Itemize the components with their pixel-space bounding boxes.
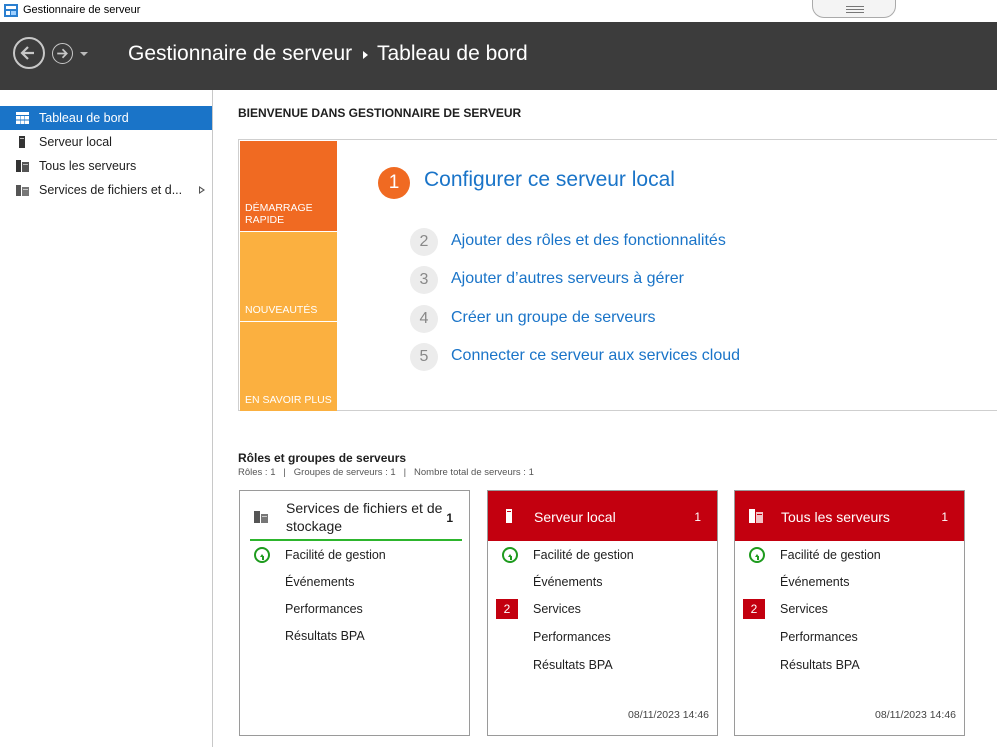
tile-whats-new[interactable]: NOUVEAUTÉS bbox=[240, 232, 337, 321]
card-row-manageability[interactable]: Facilité de gestion bbox=[240, 544, 469, 566]
history-dropdown-icon[interactable] bbox=[80, 52, 88, 56]
card-file-storage-services: Services de fichiers et de stockage 1 Fa… bbox=[239, 490, 470, 736]
step-number: 1 bbox=[378, 167, 410, 199]
alert-count-badge: 2 bbox=[743, 599, 765, 619]
alert-count-badge: 2 bbox=[496, 599, 518, 619]
sidebar: Tableau de bord Serveur local Tous les s… bbox=[0, 90, 213, 747]
dashboard-icon bbox=[16, 112, 29, 124]
sidebar-item-file-services[interactable]: Services de fichiers et d... bbox=[0, 178, 212, 202]
card-timestamp: 08/11/2023 14:46 bbox=[628, 709, 709, 721]
breadcrumb-separator-icon bbox=[363, 51, 368, 59]
card-header[interactable]: Services de fichiers et de stockage 1 bbox=[240, 491, 469, 541]
card-header[interactable]: Tous les serveurs 1 bbox=[735, 491, 964, 541]
sidebar-item-all-servers[interactable]: Tous les serveurs bbox=[0, 154, 212, 178]
breadcrumb-current: Tableau de bord bbox=[377, 42, 528, 65]
card-row-performance[interactable]: Performances bbox=[240, 598, 469, 620]
server-manager-app-icon bbox=[4, 4, 18, 17]
card-row-events[interactable]: Événements bbox=[735, 571, 964, 593]
back-button[interactable] bbox=[13, 37, 45, 69]
roles-section-title: Rôles et groupes de serveurs bbox=[238, 451, 407, 465]
status-ok-icon bbox=[254, 547, 270, 563]
step-link[interactable]: Créer un groupe de serveurs bbox=[451, 309, 656, 327]
breadcrumb-root[interactable]: Gestionnaire de serveur bbox=[128, 42, 352, 66]
server-icon bbox=[506, 509, 512, 523]
status-ok-bar bbox=[250, 539, 462, 541]
forward-button[interactable] bbox=[52, 43, 73, 64]
step-number: 5 bbox=[410, 343, 438, 371]
sidebar-item-local-server[interactable]: Serveur local bbox=[0, 130, 212, 154]
step-link[interactable]: Ajouter d’autres serveurs à gérer bbox=[451, 270, 684, 288]
expand-arrow-icon[interactable] bbox=[199, 186, 205, 194]
card-row-manageability[interactable]: Facilité de gestion bbox=[488, 544, 717, 566]
card-count: 1 bbox=[446, 511, 453, 525]
card-row-services[interactable]: 2 Services bbox=[735, 598, 964, 620]
file-services-icon bbox=[254, 511, 268, 523]
servers-icon bbox=[16, 160, 29, 172]
card-title: Services de fichiers et de stockage bbox=[286, 500, 443, 534]
step-link[interactable]: Connecter ce serveur aux services cloud bbox=[451, 347, 740, 365]
arrow-left-icon bbox=[20, 46, 34, 60]
step-number: 4 bbox=[410, 305, 438, 333]
sidebar-item-dashboard[interactable]: Tableau de bord bbox=[0, 106, 212, 130]
card-row-performance[interactable]: Performances bbox=[488, 626, 717, 648]
step-link[interactable]: Configurer ce serveur local bbox=[424, 168, 675, 192]
card-row-services[interactable]: 2 Services bbox=[488, 598, 717, 620]
sidebar-item-label: Tous les serveurs bbox=[39, 159, 137, 173]
window-title-bar: Gestionnaire de serveur bbox=[0, 0, 997, 22]
card-row-performance[interactable]: Performances bbox=[735, 626, 964, 648]
quick-start-panel: DÉMARRAGE RAPIDE NOUVEAUTÉS EN SAVOIR PL… bbox=[238, 139, 997, 411]
file-services-icon bbox=[16, 185, 29, 196]
sidebar-item-label: Tableau de bord bbox=[39, 111, 129, 125]
card-row-events[interactable]: Événements bbox=[240, 571, 469, 593]
server-icon bbox=[19, 136, 25, 148]
step-number: 3 bbox=[410, 266, 438, 294]
card-all-servers: Tous les serveurs 1 Facilité de gestion … bbox=[734, 490, 965, 736]
arrow-right-icon bbox=[57, 48, 68, 59]
sidebar-item-label: Services de fichiers et d... bbox=[39, 183, 183, 197]
card-title: Tous les serveurs bbox=[781, 509, 890, 525]
card-count: 1 bbox=[941, 510, 948, 524]
tile-learn-more[interactable]: EN SAVOIR PLUS bbox=[240, 322, 337, 411]
step-number: 2 bbox=[410, 228, 438, 256]
card-row-bpa-results[interactable]: Résultats BPA bbox=[735, 654, 964, 676]
card-local-server: Serveur local 1 Facilité de gestion Évén… bbox=[487, 490, 718, 736]
roles-summary: Rôles : 1 | Groupes de serveurs : 1 | No… bbox=[238, 467, 534, 478]
status-ok-icon bbox=[749, 547, 765, 563]
ribbon-menu-toggle[interactable] bbox=[812, 0, 896, 18]
card-row-bpa-results[interactable]: Résultats BPA bbox=[240, 625, 469, 647]
card-header[interactable]: Serveur local 1 bbox=[488, 491, 717, 541]
card-timestamp: 08/11/2023 14:46 bbox=[875, 709, 956, 721]
status-ok-icon bbox=[502, 547, 518, 563]
welcome-heading: BIENVENUE DANS GESTIONNAIRE DE SERVEUR bbox=[238, 106, 522, 120]
card-row-bpa-results[interactable]: Résultats BPA bbox=[488, 654, 717, 676]
tile-quick-start[interactable]: DÉMARRAGE RAPIDE bbox=[240, 141, 337, 231]
card-row-manageability[interactable]: Facilité de gestion bbox=[735, 544, 964, 566]
card-count: 1 bbox=[694, 510, 701, 524]
window-title: Gestionnaire de serveur bbox=[23, 4, 141, 16]
servers-icon bbox=[749, 509, 763, 523]
card-row-events[interactable]: Événements bbox=[488, 571, 717, 593]
card-title: Serveur local bbox=[534, 509, 616, 525]
step-link[interactable]: Ajouter des rôles et des fonctionnalités bbox=[451, 232, 726, 250]
header-bar: Gestionnaire de serveur Tableau de bord bbox=[0, 22, 997, 90]
sidebar-item-label: Serveur local bbox=[39, 135, 112, 149]
